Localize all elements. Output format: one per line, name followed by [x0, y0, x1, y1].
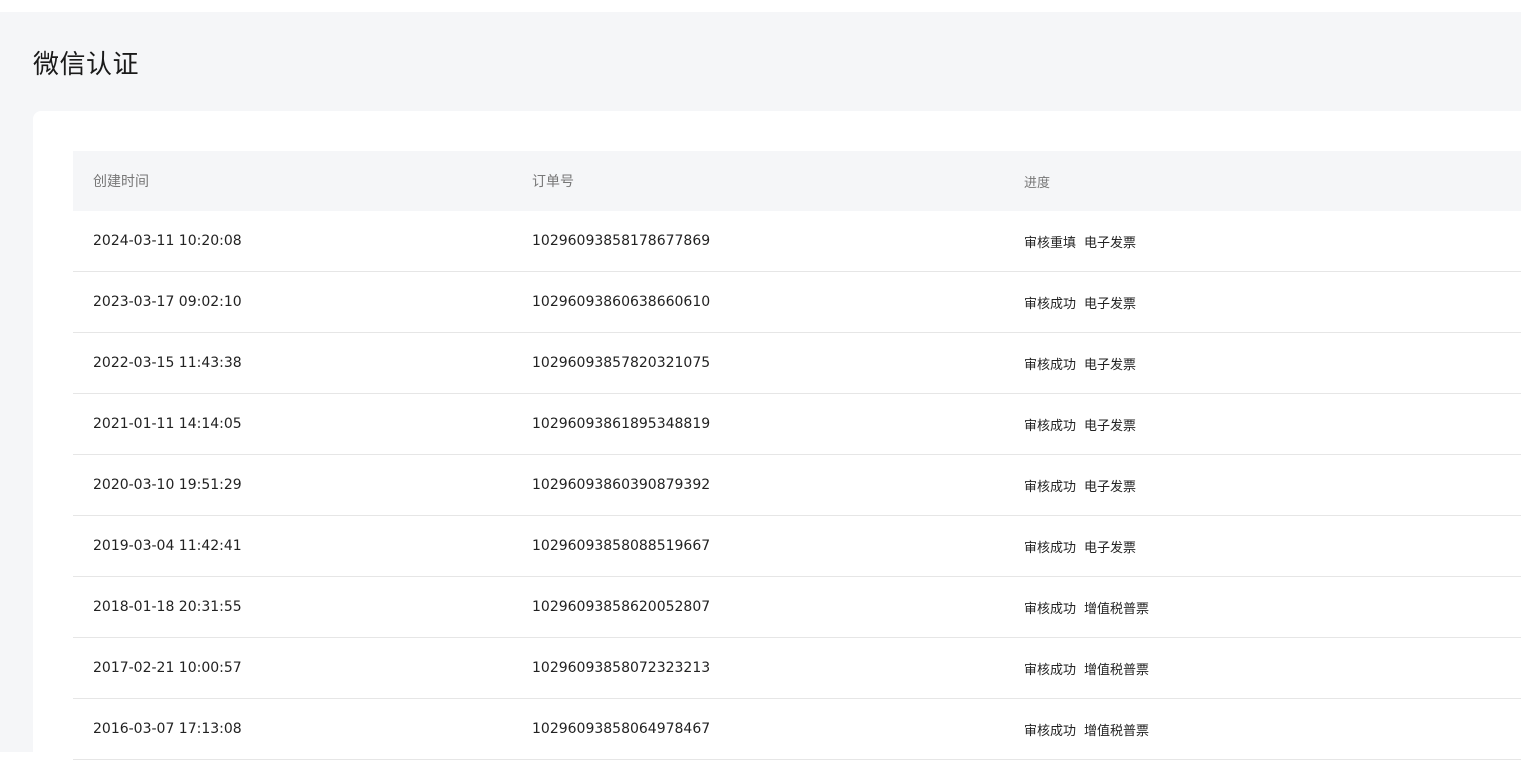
order-number-cell: 10296093861895348819 [532, 416, 711, 432]
order-number-cell: 10296093858072323213 [532, 660, 711, 676]
progress-cell: 审核成功 电子发票 [1024, 476, 1136, 495]
review-status: 审核成功 [1024, 296, 1077, 312]
created-time-cell: 2019-03-04 11:42:41 [93, 538, 242, 554]
order-number-cell: 10296093858088519667 [532, 538, 711, 554]
progress-cell: 审核成功 增值税普票 [1024, 720, 1149, 739]
invoice-type: 电子发票 [1084, 235, 1137, 251]
invoice-type: 增值税普票 [1084, 662, 1150, 678]
table-header: 创建时间 订单号 进度 [73, 151, 1521, 211]
invoice-type: 电子发票 [1084, 540, 1137, 556]
review-status: 审核成功 [1024, 418, 1077, 434]
page-title: 微信认证 [33, 50, 140, 80]
created-time-cell: 2020-03-10 19:51:29 [93, 477, 242, 493]
invoice-type: 增值税普票 [1084, 723, 1150, 739]
table-row: 2023-03-17 09:02:10 10296093860638660610 审… [73, 272, 1521, 333]
review-status: 审核重填 [1024, 235, 1077, 251]
content-card: 创建时间 订单号 进度 2024-03-11 10:20:08 102960938… [33, 111, 1521, 771]
table-row: 2016-03-07 17:13:08 10296093858064978467 审… [73, 699, 1521, 760]
table-row: 2021-01-11 14:14:05 10296093861895348819 审… [73, 394, 1521, 455]
order-number-cell: 10296093858620052807 [532, 599, 711, 615]
review-status: 审核成功 [1024, 357, 1077, 373]
progress-cell: 审核成功 电子发票 [1024, 415, 1136, 434]
progress-cell: 审核成功 增值税普票 [1024, 659, 1149, 678]
invoice-type: 增值税普票 [1084, 601, 1150, 617]
order-number-cell: 10296093860638660610 [532, 294, 711, 310]
page-background: 微信认证 创建时间 订单号 进度 2024-03-11 10:20:08 1029… [0, 12, 1521, 771]
invoice-type: 电子发票 [1084, 296, 1137, 312]
created-time-cell: 2022-03-15 11:43:38 [93, 355, 242, 371]
invoice-type: 电子发票 [1084, 357, 1137, 373]
progress-cell: 审核成功 电子发票 [1024, 354, 1136, 373]
order-number-cell: 10296093857820321075 [532, 355, 711, 371]
review-status: 审核成功 [1024, 540, 1077, 556]
table-row: 2019-03-04 11:42:41 10296093858088519667 审… [73, 516, 1521, 577]
table-row: 2018-01-18 20:31:55 10296093858620052807 审… [73, 577, 1521, 638]
order-table: 创建时间 订单号 进度 2024-03-11 10:20:08 102960938… [73, 151, 1521, 760]
review-status: 审核成功 [1024, 479, 1077, 495]
invoice-type: 电子发票 [1084, 418, 1137, 434]
table-row: 2024-03-11 10:20:08 10296093858178677869 审… [73, 211, 1521, 272]
progress-cell: 审核成功 电子发票 [1024, 293, 1136, 312]
header-order-number: 订单号 [532, 174, 574, 190]
review-status: 审核成功 [1024, 601, 1077, 617]
invoice-type: 电子发票 [1084, 479, 1137, 495]
table-row: 2017-02-21 10:00:57 10296093858072323213 审… [73, 638, 1521, 699]
table-row: 2020-03-10 19:51:29 10296093860390879392 审… [73, 455, 1521, 516]
review-status: 审核成功 [1024, 723, 1077, 739]
created-time-cell: 2021-01-11 14:14:05 [93, 416, 242, 432]
table-body: 2024-03-11 10:20:08 10296093858178677869 审… [73, 211, 1521, 760]
progress-cell: 审核重填 电子发票 [1024, 232, 1136, 251]
created-time-cell: 2018-01-18 20:31:55 [93, 599, 242, 615]
created-time-cell: 2017-02-21 10:00:57 [93, 660, 242, 676]
created-time-cell: 2023-03-17 09:02:10 [93, 294, 242, 310]
progress-cell: 审核成功 电子发票 [1024, 537, 1136, 556]
header-progress: 进度 [1024, 175, 1051, 191]
header-created-time: 创建时间 [93, 174, 149, 190]
order-number-cell: 10296093860390879392 [532, 477, 711, 493]
review-status: 审核成功 [1024, 662, 1077, 678]
table-row: 2022-03-15 11:43:38 10296093857820321075 审… [73, 333, 1521, 394]
created-time-cell: 2024-03-11 10:20:08 [93, 233, 242, 249]
order-number-cell: 10296093858178677869 [532, 233, 711, 249]
order-number-cell: 10296093858064978467 [532, 721, 711, 737]
progress-cell: 审核成功 增值税普票 [1024, 598, 1149, 617]
created-time-cell: 2016-03-07 17:13:08 [93, 721, 242, 737]
